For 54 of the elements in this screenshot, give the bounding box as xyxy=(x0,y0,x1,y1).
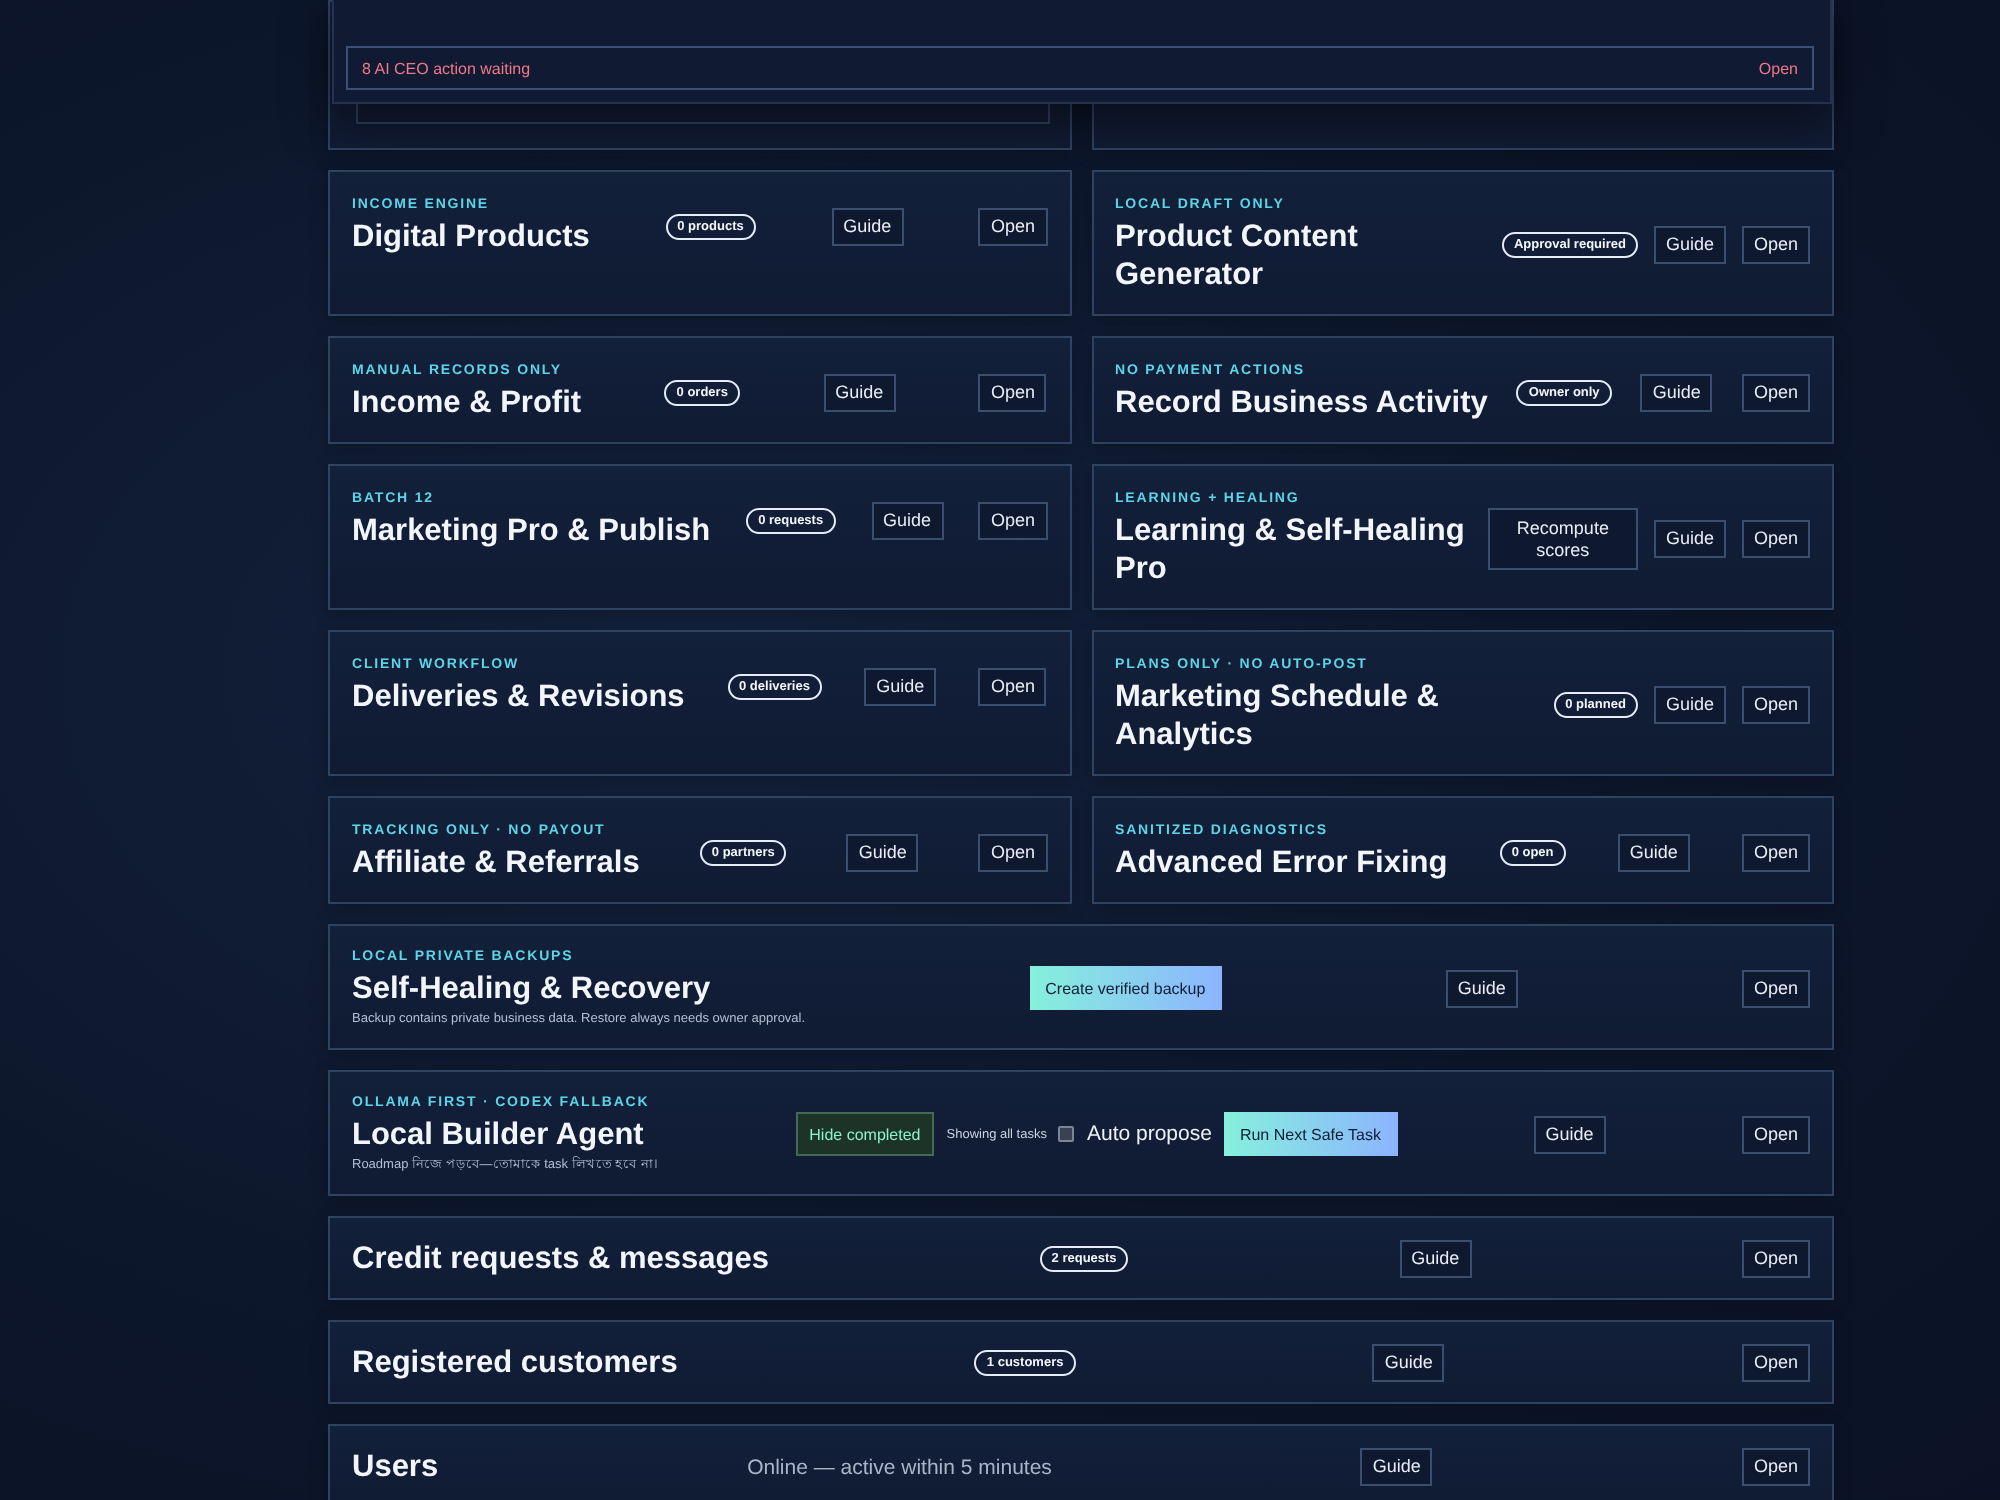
open-button[interactable]: Open xyxy=(1741,226,1810,264)
card-title: Advanced Error Fixing xyxy=(1115,844,1448,882)
open-button[interactable]: Open xyxy=(1741,1240,1810,1278)
guide-button[interactable]: Guide xyxy=(823,373,896,411)
open-button[interactable]: Open xyxy=(1741,833,1810,871)
card-title: Credit requests & messages xyxy=(352,1240,769,1278)
open-button[interactable]: Open xyxy=(1741,969,1810,1007)
card-title: Income & Profit xyxy=(352,384,582,422)
action-button[interactable]: Recompute scores xyxy=(1487,508,1638,570)
checkbox[interactable] xyxy=(1058,1126,1075,1142)
open-button[interactable]: Open xyxy=(978,667,1047,705)
open-button[interactable]: Open xyxy=(1741,686,1810,724)
card-title: Self-Healing & Recovery xyxy=(352,970,713,1008)
open-button[interactable]: Open xyxy=(978,207,1047,245)
card-title: Product Content Generator xyxy=(1115,218,1360,294)
guide-button[interactable]: Guide xyxy=(1399,1240,1472,1278)
card-title: Digital Products xyxy=(352,218,590,256)
card-title: Registered customers xyxy=(352,1344,678,1382)
card-title: Learning & Self-Healing Pro xyxy=(1115,512,1467,588)
card-title: Marketing Pro & Publish xyxy=(352,512,711,550)
action-button[interactable]: Create verified backup xyxy=(1029,966,1222,1010)
guide-button[interactable]: Guide xyxy=(871,501,944,539)
guide-button[interactable]: Guide xyxy=(1445,969,1518,1007)
open-button[interactable]: Open xyxy=(1741,1344,1810,1382)
open-button[interactable]: Open xyxy=(1741,520,1810,558)
open-button[interactable]: Open xyxy=(978,833,1047,871)
guide-button[interactable]: Guide xyxy=(1372,1344,1445,1382)
action-button[interactable]: Run Next Safe Task xyxy=(1223,1112,1398,1156)
open-button[interactable]: Open xyxy=(1741,373,1810,411)
open-button[interactable]: Open xyxy=(1741,1115,1810,1153)
guide-button[interactable]: Guide xyxy=(846,833,919,871)
open-button[interactable]: Open xyxy=(978,501,1047,539)
guide-button[interactable]: Guide xyxy=(1653,226,1726,264)
card-title: Users xyxy=(352,1448,439,1486)
guide-button[interactable]: Guide xyxy=(1640,373,1713,411)
guide-button[interactable]: Guide xyxy=(831,207,904,245)
guide-button[interactable]: Guide xyxy=(1533,1115,1606,1153)
card-title: Local Builder Agent xyxy=(352,1116,646,1154)
guide-button[interactable]: Guide xyxy=(864,667,937,705)
open-button[interactable]: Open xyxy=(1741,1448,1810,1486)
status-text: Online — active within 5 minutes xyxy=(747,1455,1052,1479)
open-button[interactable]: Open xyxy=(978,373,1047,411)
checkbox-label: Auto propose xyxy=(1086,1122,1212,1146)
guide-button[interactable]: Guide xyxy=(1617,833,1690,871)
guide-button[interactable]: Guide xyxy=(1653,520,1726,558)
guide-button[interactable]: Guide xyxy=(1653,686,1726,724)
card-title: Deliveries & Revisions xyxy=(352,678,685,716)
guide-button[interactable]: Guide xyxy=(1360,1448,1433,1486)
card-title: Affiliate & Referrals xyxy=(352,844,640,882)
card-title: Marketing Schedule & Analytics xyxy=(1115,678,1441,754)
card-title: Record Business Activity xyxy=(1115,384,1488,422)
filter-button[interactable]: Hide completed xyxy=(795,1112,935,1156)
notification-text: 8 AI CEO action waiting xyxy=(362,59,531,77)
open-link[interactable]: Open xyxy=(1758,59,1798,77)
